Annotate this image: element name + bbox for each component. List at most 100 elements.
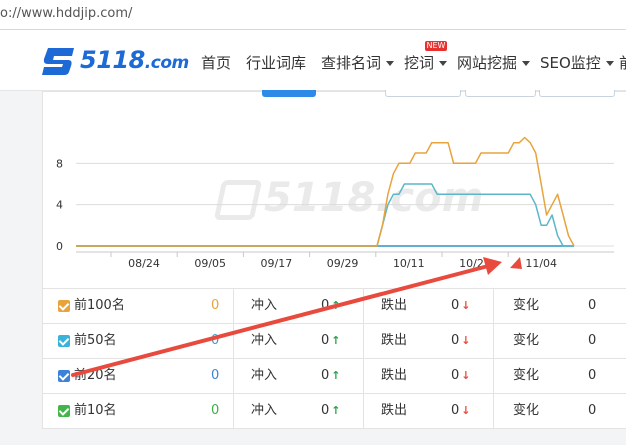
rank-summary-table: 前100名 0 冲入 0 ↑ 跌出 0 ↓ 变化 0 前50名 0 冲入 0 ↑ 跌出 0 ↓ 变化 0 前20名 0 冲入…: [43, 288, 626, 428]
arrow-up-icon: ↑: [331, 369, 341, 382]
change-label: 变化: [513, 298, 540, 313]
rank-tier-label: 前100名: [74, 298, 125, 313]
table-row: 前100名 0 冲入 0 ↑ 跌出 0 ↓ 变化 0: [43, 288, 626, 323]
change-value: 0: [588, 368, 597, 383]
column-divider: [493, 394, 494, 428]
nav-label: 网站挖掘: [457, 54, 518, 72]
rank-tier-label: 前50名: [74, 333, 117, 348]
rank-tier-label: 前20名: [74, 368, 117, 383]
series-line-1: [76, 183, 574, 247]
chevron-down-icon: [522, 61, 531, 66]
nav-item-home[interactable]: 首页: [201, 52, 231, 73]
site-header: 5118.com 首页 行业词库 查排名词 挖词 NEW 网站挖掘 SEO监控 …: [0, 30, 626, 91]
nav-item-keyword-mining[interactable]: 挖词: [404, 52, 448, 73]
drop-label: 跌出: [381, 368, 408, 383]
column-divider: [363, 289, 364, 323]
column-divider: [493, 289, 494, 323]
rank-count: 0: [211, 298, 220, 313]
drop-label: 跌出: [381, 333, 408, 348]
arrow-down-icon: ↓: [461, 369, 471, 382]
y-tick-label: 4: [56, 199, 63, 212]
logo-mark-icon: [42, 48, 74, 75]
nav-label: 查排名词: [321, 54, 382, 72]
arrow-down-icon: ↓: [461, 299, 471, 312]
rise-label: 冲入: [251, 403, 278, 418]
column-divider: [233, 289, 234, 323]
new-badge: NEW: [425, 41, 447, 51]
rise-label: 冲入: [251, 298, 278, 313]
x-tick-label: 09/05: [194, 257, 226, 270]
arrow-down-icon: ↓: [461, 334, 471, 347]
rank-trend-panel: 5118.com 0 4 8 08/24 09/05 09/17 09/29 10/11 10/…: [42, 90, 626, 429]
nav-label: 挖词: [404, 54, 435, 72]
x-tick-label: 10/23: [459, 257, 491, 270]
x-tick-label: 09/17: [261, 257, 293, 270]
drop-label: 跌出: [381, 403, 408, 418]
column-divider: [493, 359, 494, 393]
drop-label: 跌出: [381, 298, 408, 313]
arrow-up-icon: ↑: [331, 334, 341, 347]
nav-item-rank-query[interactable]: 查排名词: [321, 52, 395, 73]
logo-text: 5118.com: [80, 46, 189, 74]
nav-item-seo-monitor[interactable]: SEO监控: [540, 52, 614, 73]
x-tick-label: 10/11: [393, 257, 425, 270]
nav-label: SEO监控: [540, 54, 601, 72]
rise-value: 0 ↑: [321, 403, 341, 418]
column-divider: [233, 324, 234, 358]
nav-label: 首页: [201, 54, 232, 72]
x-tick-label: 08/24: [128, 257, 160, 270]
change-value: 0: [588, 333, 597, 348]
column-divider: [233, 359, 234, 393]
x-tick-label: 11/04: [525, 257, 557, 270]
change-label: 变化: [513, 333, 540, 348]
logo-number: 5118: [80, 46, 145, 74]
y-tick-label: 8: [56, 157, 63, 170]
table-row: 前10名 0 冲入 0 ↑ 跌出 0 ↓ 变化 0: [43, 393, 626, 428]
nav-item-site-mining[interactable]: 网站挖掘: [457, 52, 531, 73]
drop-value: 0 ↓: [451, 368, 471, 383]
arrow-up-icon: ↑: [331, 404, 341, 417]
change-label: 变化: [513, 368, 540, 383]
rank-trend-chart: 0 4 8 08/24 09/05 09/17 09/29 10/11 10/23 11/04: [56, 136, 614, 270]
rank-count: 0: [211, 403, 220, 418]
checkbox[interactable]: [58, 300, 70, 312]
checkbox[interactable]: [58, 370, 70, 382]
nav-item-industry-lexicon[interactable]: 行业词库: [246, 52, 306, 73]
rank-tier-label: 前10名: [74, 403, 117, 418]
series-line-0: [76, 136, 575, 247]
rise-value: 0 ↑: [321, 368, 341, 383]
nav-label: 行业词库: [246, 54, 307, 72]
drop-value: 0 ↓: [451, 333, 471, 348]
drop-value: 0 ↓: [451, 403, 471, 418]
x-tick-label: 09/29: [327, 257, 359, 270]
address-bar[interactable]: o://www.hddjip.com/: [0, 0, 626, 30]
logo-suffix: .com: [144, 53, 189, 73]
column-divider: [493, 324, 494, 358]
column-divider: [233, 394, 234, 428]
rise-value: 0 ↑: [321, 298, 341, 313]
y-tick-label: 0: [56, 240, 63, 253]
drop-value: 0 ↓: [451, 298, 471, 313]
checkbox[interactable]: [58, 335, 70, 347]
checkbox[interactable]: [58, 405, 70, 417]
rise-value: 0 ↑: [321, 333, 341, 348]
rise-label: 冲入: [251, 333, 278, 348]
rise-label: 冲入: [251, 368, 278, 383]
change-value: 0: [588, 298, 597, 313]
column-divider: [363, 324, 364, 358]
chevron-down-icon: [439, 61, 448, 66]
column-divider: [363, 359, 364, 393]
column-divider: [363, 394, 364, 428]
rank-count: 0: [211, 368, 220, 383]
rank-count: 0: [211, 333, 220, 348]
table-row: 前20名 0 冲入 0 ↑ 跌出 0 ↓ 变化 0: [43, 358, 626, 393]
nav-item-truncated[interactable]: 前: [619, 52, 626, 73]
table-row: 前50名 0 冲入 0 ↑ 跌出 0 ↓ 变化 0: [43, 323, 626, 358]
chevron-down-icon: [605, 61, 614, 66]
change-value: 0: [588, 403, 597, 418]
url-text[interactable]: o://www.hddjip.com/: [0, 6, 132, 21]
arrow-up-icon: ↑: [331, 299, 341, 312]
chevron-down-icon: [386, 61, 395, 66]
change-label: 变化: [513, 403, 540, 418]
site-logo[interactable]: 5118.com: [40, 44, 190, 78]
